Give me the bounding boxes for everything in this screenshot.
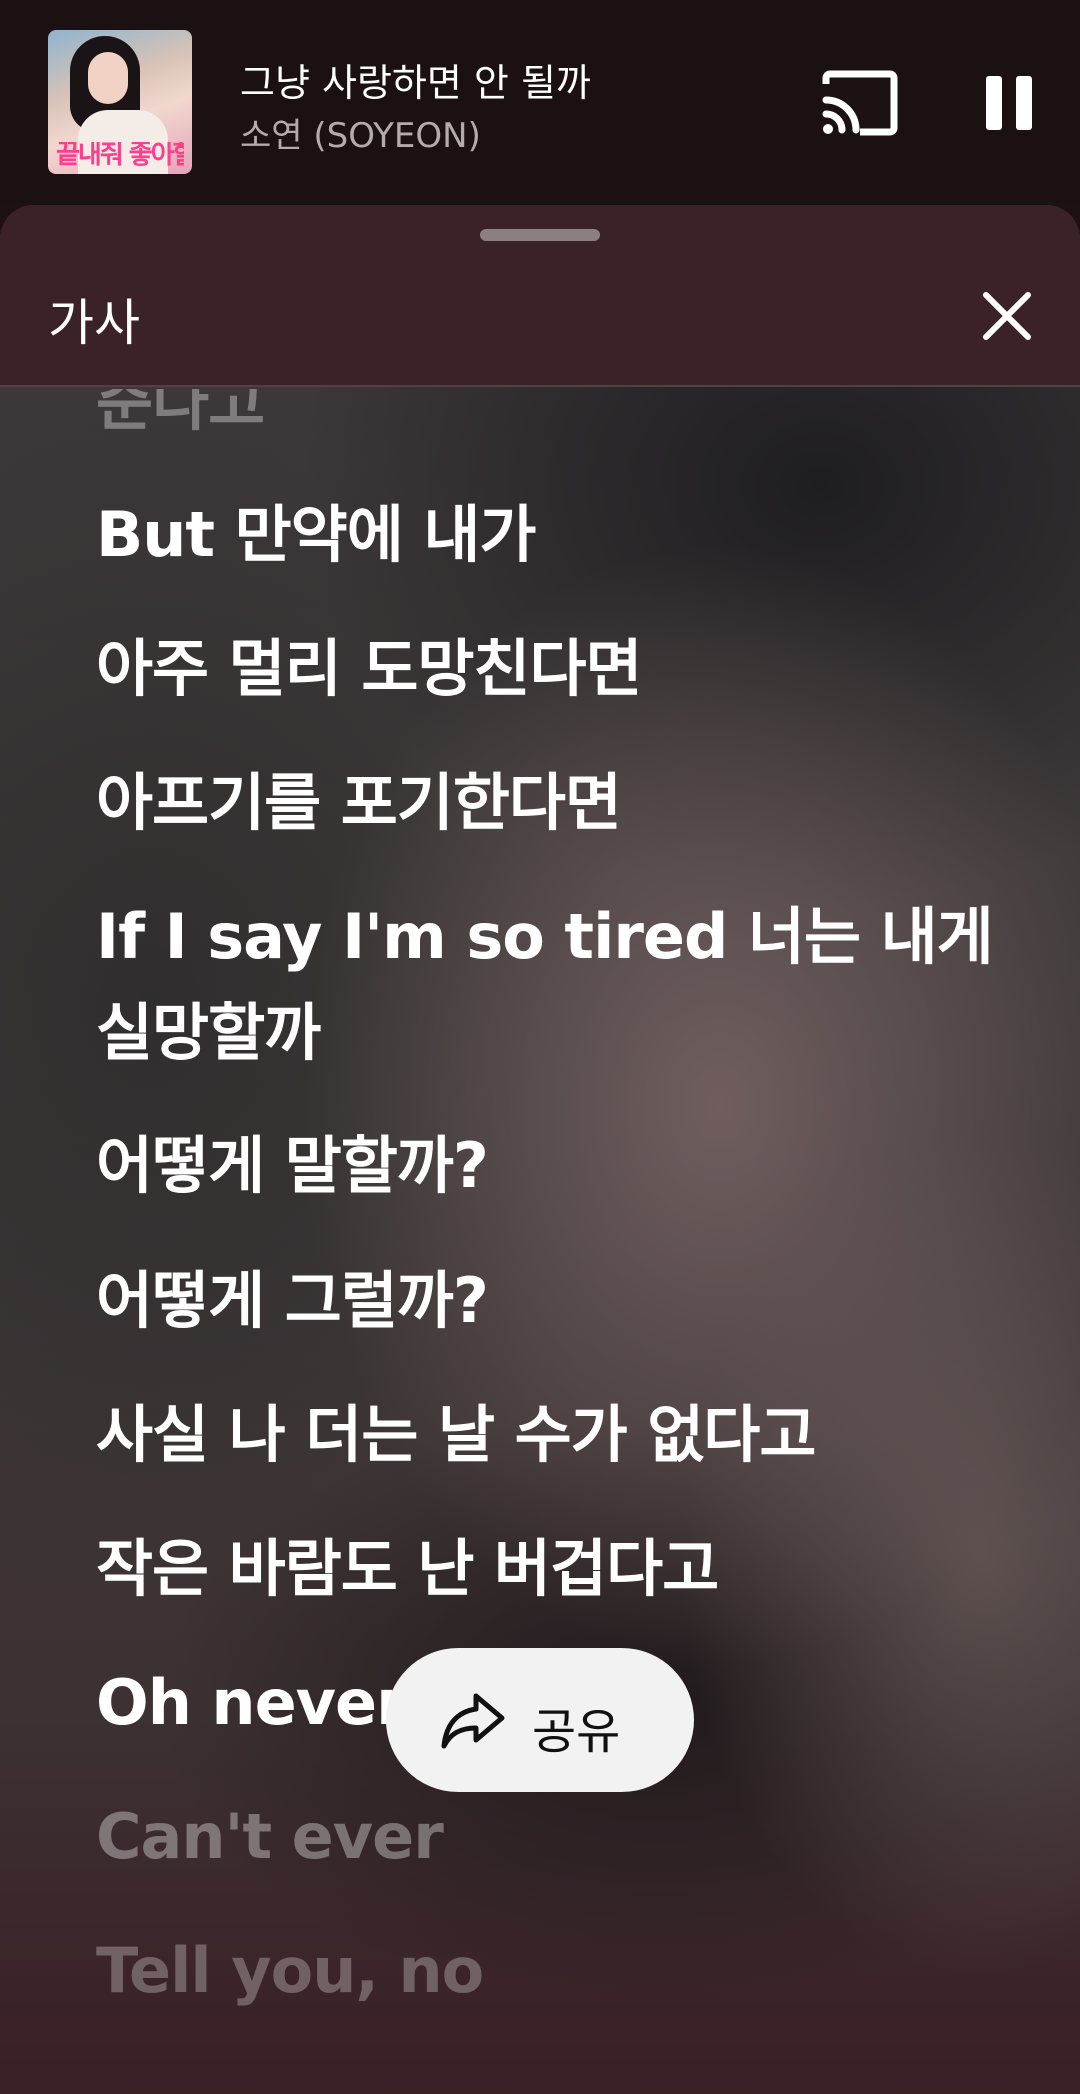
- close-icon: [983, 292, 1031, 340]
- lyric-line[interactable]: 어떻게 말할까?: [96, 1118, 996, 1214]
- mini-player[interactable]: 끝내줘 좋아할게 그냥 사랑하면 안 될까 소연 (SOYEON): [0, 0, 1080, 205]
- close-button[interactable]: [978, 287, 1036, 345]
- lyric-line[interactable]: Tell you, no: [96, 1923, 996, 2019]
- drag-handle[interactable]: [480, 229, 600, 241]
- share-label: 공유: [532, 1704, 621, 1760]
- album-art[interactable]: 끝내줘 좋아할게: [48, 30, 192, 174]
- lyric-line[interactable]: 준다고: [96, 389, 996, 451]
- lyric-line[interactable]: 아프기를 포기한다면: [96, 755, 996, 851]
- cast-icon: [822, 70, 898, 136]
- lyric-line[interactable]: 작은 바람도 난 버겁다고: [96, 1521, 996, 1617]
- track-artist: 소연 (SOYEON): [240, 116, 481, 156]
- lyric-line[interactable]: If I say I'm so tired 너는 내게 실망할까: [96, 889, 996, 1081]
- lyric-line[interactable]: 아주 멀리 도망친다면: [96, 621, 996, 717]
- lyric-line[interactable]: 어떻게 그럴까?: [96, 1253, 996, 1349]
- album-art-face: [88, 52, 128, 104]
- album-art-title-logo: 끝내줘 좋아할게: [56, 142, 184, 168]
- lyrics-list[interactable]: 준다고 But 만약에 내가 아주 멀리 도망친다면 아프기를 포기한다면 If…: [0, 389, 1080, 2094]
- cast-button[interactable]: [820, 70, 900, 136]
- lyric-line[interactable]: But 만약에 내가: [96, 487, 996, 583]
- share-icon: [441, 1693, 505, 1749]
- lyric-line[interactable]: Can't ever: [96, 1789, 996, 1885]
- share-button[interactable]: 공유: [386, 1648, 694, 1792]
- sheet-title: 가사: [48, 294, 140, 352]
- lyrics-sheet: 가사 준다고 But 만약에 내가 아주 멀리 도망친다면 아프기를 포기한다면…: [0, 205, 1080, 2094]
- pause-button[interactable]: [978, 70, 1040, 136]
- track-title: 그냥 사랑하면 안 될까: [240, 61, 591, 105]
- sheet-header: 가사: [0, 205, 1080, 387]
- lyric-line[interactable]: 사실 나 더는 날 수가 없다고: [96, 1387, 996, 1483]
- lyrics-screen: 끝내줘 좋아할게 그냥 사랑하면 안 될까 소연 (SOYEON) 가사: [0, 0, 1080, 2094]
